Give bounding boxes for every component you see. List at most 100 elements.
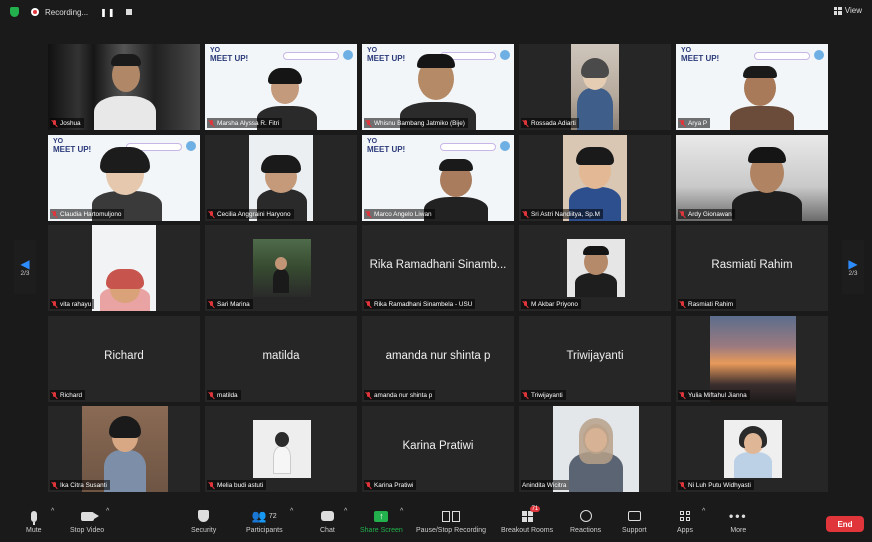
participant-tile[interactable]: amanda nur shinta p amanda nur shinta p: [362, 316, 514, 402]
prev-page-button[interactable]: ◀ 2/3: [14, 240, 36, 294]
participant-name-tag: Marsha Alyssa R. Fitri: [207, 118, 283, 128]
participant-display-name: Triwijayanti: [566, 350, 624, 362]
mic-muted-icon: [679, 210, 685, 218]
mic-muted-icon: [522, 300, 528, 308]
participant-tile[interactable]: YO MEET UP! Whisnu Bambang Jatmiko (Bije…: [362, 44, 514, 130]
mute-options-chevron-icon[interactable]: ^: [51, 508, 54, 515]
participant-video: [567, 239, 625, 297]
gallery-view: Joshua YO MEET UP! Marsha Alyssa R. Fitr…: [48, 44, 832, 492]
participant-name-tag: M Akbar Priyono: [521, 299, 581, 309]
mic-muted-icon: [365, 481, 371, 489]
stop-video-button[interactable]: Stop Video: [70, 508, 104, 534]
security-button[interactable]: Security: [191, 508, 216, 534]
participant-name-tag: Sri Astri Nandiitya, Sp.M: [521, 209, 603, 219]
breakout-rooms-badge: 71: [529, 505, 541, 512]
pause-stop-recording-button[interactable]: Pause/Stop Recording: [416, 508, 486, 534]
participant-tile[interactable]: Ardy Gionawan: [676, 135, 828, 221]
share-screen-button[interactable]: ↑ Share Screen: [360, 508, 403, 534]
participant-tile[interactable]: YO MEET UP! Claudia Hartomuljono: [48, 135, 200, 221]
participant-tile[interactable]: Richard Richard: [48, 316, 200, 402]
participant-tile[interactable]: Yulia Miftahul Jianna: [676, 316, 828, 402]
apps-options-chevron-icon[interactable]: ^: [702, 508, 705, 515]
next-page-indicator: 2/3: [848, 269, 858, 277]
participant-tile[interactable]: Triwijayanti Triwijayanti: [519, 316, 671, 402]
video-camera-icon: [80, 511, 99, 521]
participant-tile[interactable]: Rossada Adiarti: [519, 44, 671, 130]
participant-tile[interactable]: Karina Pratiwi Karina Pratiwi: [362, 406, 514, 492]
reactions-smiley-icon: [579, 510, 592, 522]
view-label: View: [844, 6, 862, 15]
security-shield-icon: [198, 510, 210, 522]
participant-name-tag: Joshua: [50, 118, 84, 128]
mic-muted-icon: [679, 300, 685, 308]
participants-button[interactable]: 👥 72 Participants: [246, 508, 283, 534]
support-button[interactable]: Support: [622, 508, 647, 534]
mic-muted-icon: [522, 119, 528, 127]
reactions-button[interactable]: Reactions: [570, 508, 601, 534]
stop-recording-icon[interactable]: [125, 9, 132, 15]
recording-label: Recording...: [45, 7, 89, 17]
participant-display-name: matilda: [262, 350, 300, 362]
pause-stop-icon: [442, 510, 461, 522]
prev-page-indicator: 2/3: [20, 269, 30, 277]
arrow-left-icon: ◀: [20, 256, 30, 271]
participant-tile[interactable]: matilda matilda: [205, 316, 357, 402]
share-options-chevron-icon[interactable]: ^: [400, 508, 403, 515]
participant-tile[interactable]: Melia budi astuti: [205, 406, 357, 492]
participants-options-chevron-icon[interactable]: ^: [290, 508, 293, 515]
more-button[interactable]: ••• More: [729, 508, 748, 534]
mic-muted-icon: [365, 210, 371, 218]
participant-tile[interactable]: Cecilia Anggraini Haryono: [205, 135, 357, 221]
mic-muted-icon: [208, 119, 214, 127]
mute-button[interactable]: Mute: [26, 508, 42, 534]
recording-icon: [31, 8, 39, 16]
breakout-rooms-button[interactable]: 71 Breakout Rooms: [501, 505, 553, 534]
participants-icon: 👥: [251, 509, 267, 523]
participant-name-tag: Cecilia Anggraini Haryono: [207, 209, 294, 219]
mic-muted-icon: [679, 119, 685, 127]
participants-count: 72: [268, 512, 277, 520]
apps-button[interactable]: Apps: [677, 508, 693, 534]
chat-options-chevron-icon[interactable]: ^: [344, 508, 347, 515]
top-bar: Recording... ❚❚ View: [0, 0, 872, 24]
video-options-chevron-icon[interactable]: ^: [106, 508, 109, 515]
mic-muted-icon: [208, 391, 214, 399]
participant-tile[interactable]: Anindita Wicitra: [519, 406, 671, 492]
participant-name-tag: Anindita Wicitra: [521, 480, 570, 490]
view-button[interactable]: View: [833, 6, 862, 15]
participant-tile[interactable]: Joshua: [48, 44, 200, 130]
participant-tile[interactable]: Sri Astri Nandiitya, Sp.M: [519, 135, 671, 221]
mic-muted-icon: [679, 481, 685, 489]
mic-muted-icon: [51, 481, 57, 489]
participant-video: [253, 239, 311, 297]
participant-tile[interactable]: Ni Luh Putu Widhyasti: [676, 406, 828, 492]
chat-button[interactable]: Chat: [320, 508, 335, 534]
participant-tile[interactable]: Ika Citra Susanti: [48, 406, 200, 492]
participant-tile[interactable]: M Akbar Priyono: [519, 225, 671, 311]
participant-tile[interactable]: vita rahayu: [48, 225, 200, 311]
participant-name-tag: Karina Pratiwi: [364, 480, 417, 490]
background-text-yo: YO: [210, 47, 221, 54]
participant-tile[interactable]: YO MEET UP! Marco Angelo Liwan: [362, 135, 514, 221]
participant-name-tag: Marco Angelo Liwan: [364, 209, 435, 219]
participant-name-tag: Rossada Adiarti: [521, 118, 579, 128]
participant-tile[interactable]: YO MEET UP! Marsha Alyssa R. Fitri: [205, 44, 357, 130]
participant-tile[interactable]: Rika Ramadhani Sinamb... Rika Ramadhani …: [362, 225, 514, 311]
participant-tile[interactable]: Sari Marina: [205, 225, 357, 311]
participant-tile[interactable]: YO MEET UP! Arya P: [676, 44, 828, 130]
participant-tile[interactable]: Rasmiati Rahim Rasmiati Rahim: [676, 225, 828, 311]
participant-video: [253, 420, 311, 478]
pause-recording-icon[interactable]: ❚❚: [100, 8, 115, 17]
support-icon: [627, 511, 641, 521]
apps-icon: [679, 511, 690, 521]
shield-icon[interactable]: [10, 7, 19, 17]
participant-name-tag: Rika Ramadhani Sinambela - USU: [364, 299, 476, 309]
end-meeting-button[interactable]: End: [826, 516, 864, 532]
grid-icon: [833, 6, 842, 15]
participant-display-name: Richard: [104, 350, 144, 362]
mic-muted-icon: [522, 391, 528, 399]
participant-display-name: Rasmiati Rahim: [711, 259, 793, 271]
participant-name-tag: Claudia Hartomuljono: [50, 209, 125, 219]
participant-name-tag: Triwijayanti: [521, 390, 566, 400]
next-page-button[interactable]: ▶ 2/3: [842, 240, 864, 294]
